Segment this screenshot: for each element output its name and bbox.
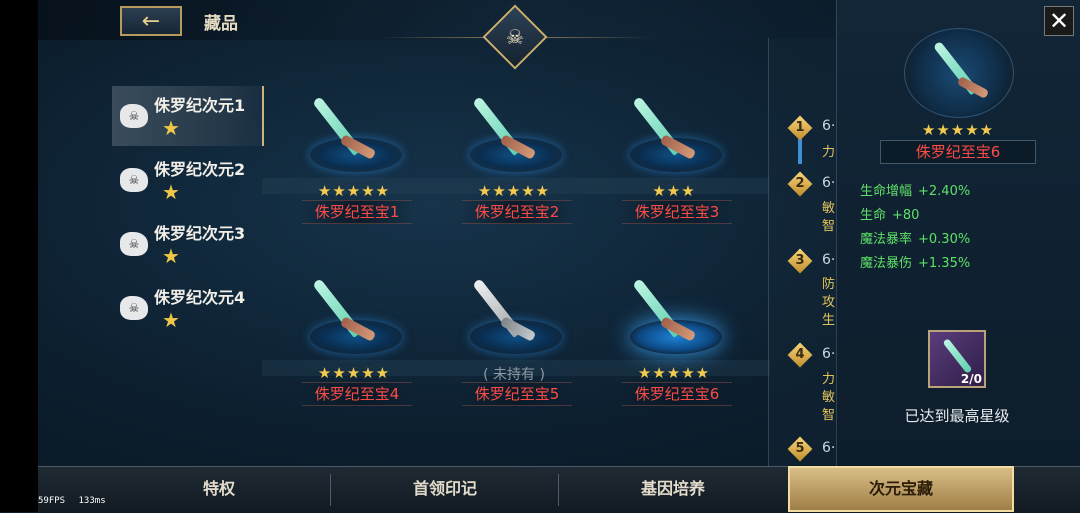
milestone-title: 6· [822, 440, 836, 456]
item-name: 侏罗纪至宝5 [462, 382, 572, 406]
page-title: 藏品 [204, 14, 238, 34]
milestone-attr: 敏 [822, 201, 836, 216]
treasure-item-4[interactable]: ★★★★★ 侏罗纪至宝4 [274, 268, 434, 418]
tab-boss-mark[interactable]: 首领印记 [334, 466, 556, 512]
milestone-progress-bar [798, 138, 802, 164]
milestone-title: 6· [822, 118, 836, 134]
category-jurassic-2[interactable]: ☠ 侏罗纪次元2 ★ [112, 150, 262, 210]
detail-star-rating: ★★★★★ [921, 121, 995, 139]
sword-icon [942, 338, 973, 374]
max-star-message: 已达到最高星级 [904, 407, 1010, 425]
stat-value: +80 [892, 208, 920, 223]
emblem-divider-right [542, 37, 652, 38]
milestone-attr: 智 [822, 219, 836, 234]
item-name: 侏罗纪至宝6 [622, 382, 732, 406]
stat-label: 魔法暴率 [860, 232, 913, 247]
star-icon: ★ [162, 244, 180, 268]
tab-privilege[interactable]: 特权 [112, 466, 326, 512]
item-name: 侏罗纪至宝4 [302, 382, 412, 406]
milestone-attr: 力 [822, 372, 836, 387]
fps-counter: 59FPS 133ms [38, 496, 106, 506]
fps-value: 59FPS [38, 496, 66, 506]
star-icon: ★ [162, 116, 180, 140]
star-rating: ★★★★★ [317, 364, 391, 382]
star-rating: ★★★ [652, 182, 696, 200]
stat-row: 生命增幅 +2.40% [860, 180, 970, 199]
milestone-attr: 敏 [822, 390, 836, 405]
stat-row: 魔法暴伤 +1.35% [860, 252, 970, 271]
stat-value: +0.30% [918, 232, 971, 247]
stat-label: 生命增幅 [860, 184, 913, 199]
milestone-attr: 力 [822, 145, 836, 160]
stat-label: 生命 [860, 208, 887, 223]
back-button[interactable]: ← [120, 6, 182, 36]
milestone-number: 1 [795, 120, 805, 135]
milestone-attr: 生 [822, 313, 836, 328]
milestone-number: 4 [795, 347, 805, 362]
category-jurassic-3[interactable]: ☠ 侏罗纪次元3 ★ [112, 214, 262, 274]
category-label: 侏罗纪次元4 [154, 288, 246, 307]
star-rating: ★★★★★ [317, 182, 391, 200]
treasure-item-5[interactable]: ( 未持有 ) 侏罗纪至宝5 [434, 268, 594, 418]
not-owned-label: ( 未持有 ) [483, 367, 545, 383]
dino-skull-icon: ☠ [120, 104, 148, 128]
milestone-attr: 防 [822, 277, 836, 292]
milestone-number: 5 [795, 441, 805, 456]
category-label: 侏罗纪次元3 [154, 224, 246, 243]
emblem-divider-left [380, 37, 490, 38]
dino-skull-icon: ☠ [120, 232, 148, 256]
treasure-item-2[interactable]: ★★★★★ 侏罗纪至宝2 [434, 86, 594, 236]
treasure-item-6-selected[interactable]: ★★★★★ 侏罗纪至宝6 [594, 268, 754, 418]
inventory-slot[interactable]: 2/0 [928, 330, 986, 388]
treasure-item-3[interactable]: ★★★ 侏罗纪至宝3 [594, 86, 754, 236]
detail-item-name: 侏罗纪至宝6 [880, 140, 1036, 164]
milestone-title: 6· [822, 252, 836, 268]
milestone-title: 6· [822, 346, 836, 362]
milestone-title: 6· [822, 175, 836, 191]
star-icon: ★ [162, 180, 180, 204]
star-icon: ★ [162, 308, 180, 332]
category-jurassic-4[interactable]: ☠ 侏罗纪次元4 ★ [112, 278, 262, 338]
milestone-attr: 攻 [822, 295, 836, 310]
dino-skull-icon: ☠ [120, 168, 148, 192]
stat-label: 魔法暴伤 [860, 256, 913, 271]
item-name: 侏罗纪至宝2 [462, 200, 572, 224]
category-label: 侏罗纪次元1 [154, 96, 246, 115]
item-name: 侏罗纪至宝1 [302, 200, 412, 224]
close-icon: ✕ [1048, 7, 1070, 35]
stat-row: 魔法暴率 +0.30% [860, 228, 970, 247]
sword-guard [956, 76, 990, 99]
close-button[interactable]: ✕ [1044, 6, 1074, 36]
star-rating: ★★★★★ [637, 364, 711, 382]
back-arrow-icon: ← [141, 8, 161, 34]
treasure-item-1[interactable]: ★★★★★ 侏罗纪至宝1 [274, 86, 434, 236]
milestone-number: 2 [795, 176, 805, 191]
left-edge-strip [0, 0, 38, 512]
milestone-attr: 智 [822, 408, 836, 423]
item-name: 侏罗纪至宝3 [622, 200, 732, 224]
tab-divider [330, 474, 331, 506]
inventory-count: 2/0 [960, 372, 982, 386]
stat-value: +1.35% [918, 256, 971, 271]
star-rating: ★★★★★ [477, 182, 551, 200]
dino-skull-icon: ☠ [120, 296, 148, 320]
tab-divider [558, 474, 559, 506]
tab-dimension-treasure[interactable]: 次元宝藏 [788, 466, 1014, 512]
stat-value: +2.40% [918, 184, 971, 199]
selected-item-portrait [904, 28, 1014, 118]
stat-row: 生命 +80 [860, 204, 919, 223]
category-label: 侏罗纪次元2 [154, 160, 246, 179]
milestone-number: 3 [795, 253, 805, 268]
category-jurassic-1[interactable]: ☠ 侏罗纪次元1 ★ [112, 86, 264, 146]
latency-value: 133ms [78, 496, 106, 506]
tab-gene-cultivation[interactable]: 基因培养 [562, 466, 784, 512]
